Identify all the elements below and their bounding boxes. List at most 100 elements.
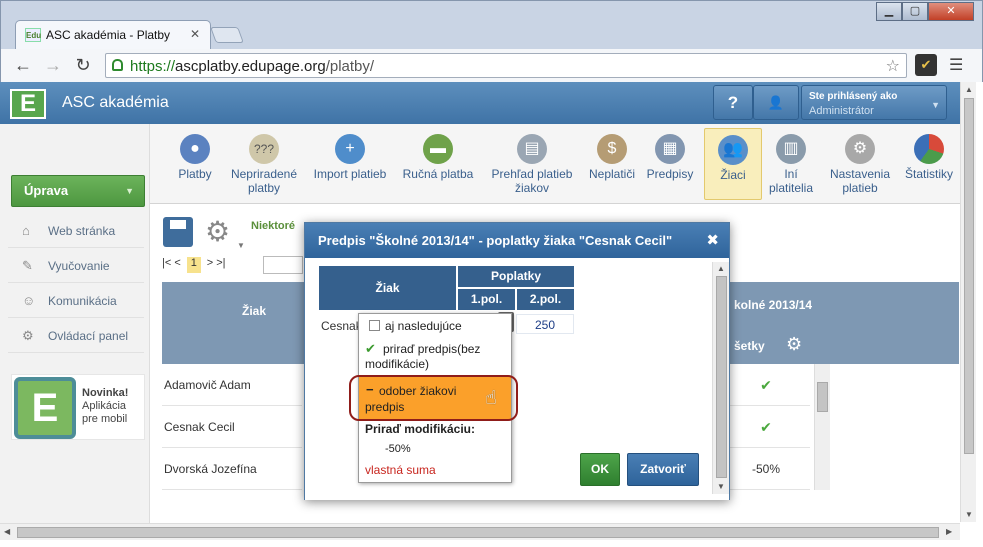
reload-icon[interactable]: ↻	[71, 53, 95, 77]
pager: |< < 1 > >|	[162, 257, 226, 273]
tab-close-icon[interactable]: ✕	[190, 27, 200, 41]
close-icon[interactable]: ✖	[706, 223, 719, 258]
menu-item-custom-amount[interactable]: vlastná suma	[365, 463, 436, 478]
pen-icon: ✎	[22, 258, 33, 273]
menu-item-minus50[interactable]: -50%	[385, 442, 411, 457]
sidebar: Úprava ▼ ⌂ Web stránka ✎ Vyučovanie ☺ Komuni…	[0, 124, 150, 523]
table-scrollbar[interactable]	[814, 364, 830, 490]
page-vertical-scrollbar[interactable]: ▲ ▼	[960, 82, 976, 522]
forward-arrow-icon[interactable]: →	[41, 53, 65, 77]
chevron-down-icon: ▼	[237, 241, 245, 250]
pie-chart-icon	[914, 134, 944, 164]
ribbon-ziaci[interactable]: 👥 Žiaci	[704, 128, 762, 200]
dialog-row-sem2-value[interactable]: 250	[516, 314, 574, 334]
gear-icon[interactable]: ⚙	[205, 217, 230, 247]
house-icon: ⌂	[22, 223, 30, 238]
save-icon[interactable]	[163, 217, 193, 247]
scroll-down-icon[interactable]: ▼	[717, 482, 725, 491]
ribbon-ini-platitelia[interactable]: ▥ Iní platitelia	[766, 128, 816, 200]
column-gear-icon[interactable]: ⚙	[786, 334, 802, 355]
column-header-fee: kolné 2013/14	[734, 298, 813, 312]
pager-first[interactable]: |< <	[162, 257, 181, 269]
gear-icon: ⚙	[845, 134, 875, 164]
table-row-name[interactable]: Dvorská Jozefína	[162, 448, 302, 490]
people-icon: ☺	[22, 293, 36, 308]
highlight-annotation	[349, 375, 518, 421]
new-tab-button[interactable]	[210, 27, 244, 43]
tab-title: ASC akadémia - Platby	[46, 28, 171, 42]
address-bar[interactable]: https://ascplatby.edupage.org/platby/ ☆	[105, 53, 907, 78]
ribbon-toolbar: ● Platby ??? Nepriradené platby + Import pl…	[150, 124, 960, 204]
dialog-col-fees: Poplatky	[457, 265, 575, 288]
url-text: https://ascplatby.edupage.org/platby/	[130, 58, 375, 75]
uprava-button[interactable]: Úprava ▼	[11, 175, 145, 207]
user-menu[interactable]: Ste prihlásený ako Administrátor ▼	[801, 85, 947, 120]
import-icon: +	[335, 134, 365, 164]
ribbon-import[interactable]: + Import platieb	[308, 128, 392, 200]
window-close-button[interactable]: ✕	[928, 2, 974, 21]
ribbon-nepriradene[interactable]: ??? Nepriradené platby	[226, 128, 302, 200]
ribbon-platby[interactable]: ● Platby	[170, 128, 220, 200]
ribbon-statistiky[interactable]: Štatistiky	[902, 128, 956, 200]
table-row-name[interactable]: Adamovič Adam	[162, 364, 302, 406]
extension-icon[interactable]: ✔	[915, 54, 937, 76]
minimize-button[interactable]: ▁	[876, 2, 902, 21]
ribbon-rucna-platba[interactable]: ▬ Ručná platba	[398, 128, 478, 200]
bookmark-star-icon[interactable]: ☆	[886, 56, 900, 76]
ribbon-neplatici[interactable]: $ Neplatiči	[584, 128, 640, 200]
menu-item-also-following[interactable]: aj nasledujúce	[385, 319, 462, 334]
app-logo[interactable]: E	[10, 89, 46, 119]
sidebar-item-komunikacia[interactable]: ☺ Komunikácia	[8, 284, 144, 318]
menu-item-assign[interactable]: priraď predpis(bez modifikácie)	[365, 342, 509, 372]
user-switch-button[interactable]: 👤	[753, 85, 799, 120]
pager-last[interactable]: > >|	[207, 257, 226, 269]
sidebar-item-ovladaci-panel[interactable]: ⚙ Ovládací panel	[8, 319, 144, 353]
pager-input[interactable]	[263, 256, 303, 274]
sidebar-item-vyucovanie[interactable]: ✎ Vyučovanie	[8, 249, 144, 283]
payer-icon: ▥	[776, 134, 806, 164]
help-button[interactable]: ?	[713, 85, 753, 120]
scroll-thumb[interactable]	[817, 382, 828, 412]
dialog-title: Predpis "Školné 2013/14" - poplatky žiak…	[305, 223, 729, 258]
scroll-thumb[interactable]	[716, 276, 727, 478]
favicon-icon: Edu	[25, 28, 41, 42]
ribbon-prehlad[interactable]: ▤ Prehľad platieb žiakov	[484, 128, 580, 200]
maximize-button[interactable]: ▢	[902, 2, 928, 21]
calendar-icon: ▦	[655, 134, 685, 164]
scroll-thumb[interactable]	[17, 527, 939, 538]
zatvorit-button[interactable]: Zatvoriť	[627, 453, 699, 486]
dialog-col-sem2: 2.pol.	[516, 288, 575, 311]
ribbon-predpisy[interactable]: ▦ Predpisy	[644, 128, 696, 200]
chevron-down-icon: ▼	[931, 100, 940, 110]
coins-icon: ●	[180, 134, 210, 164]
scroll-up-icon[interactable]: ▲	[965, 85, 973, 94]
also-following-checkbox[interactable]	[369, 320, 380, 331]
scroll-down-icon[interactable]: ▼	[965, 510, 973, 519]
user-icon: 👤	[767, 95, 785, 110]
column-header-student: Žiak	[242, 304, 267, 318]
mobile-app-promo[interactable]: E Novinka! Aplikácia pre mobil	[11, 374, 145, 440]
dialog-col-sem1: 1.pol.	[457, 288, 516, 311]
menu-section-modification: Priraď modifikáciu:	[365, 422, 475, 436]
chevron-down-icon: ▼	[125, 186, 134, 196]
window-controls: ▁ ▢ ✕	[876, 2, 976, 22]
dialog-scrollbar[interactable]: ▲ ▼	[712, 262, 729, 494]
sidebar-item-web[interactable]: ⌂ Web stránka	[8, 214, 144, 248]
table-row-value[interactable]: ✔	[722, 406, 810, 448]
table-row-name[interactable]: Cesnak Cecil	[162, 406, 302, 448]
question-coins-icon: ???	[249, 134, 279, 164]
browser-menu-icon[interactable]: ☰	[949, 55, 963, 75]
page-horizontal-scrollbar[interactable]: ◀ ▶	[0, 523, 960, 540]
table-row-value[interactable]: ✔	[722, 364, 810, 406]
browser-tab[interactable]: Edu ASC akadémia - Platby ✕	[15, 20, 211, 50]
back-arrow-icon[interactable]: ←	[11, 53, 35, 77]
edupage-logo-icon: E	[14, 377, 76, 439]
table-row-value[interactable]: -50%	[722, 448, 810, 490]
ok-button[interactable]: OK	[580, 453, 620, 486]
ribbon-nastavenia[interactable]: ⚙ Nastavenia platieb	[822, 128, 898, 200]
scroll-right-icon[interactable]: ▶	[946, 527, 952, 536]
scroll-up-icon[interactable]: ▲	[717, 264, 725, 273]
scroll-left-icon[interactable]: ◀	[4, 527, 10, 536]
scroll-thumb[interactable]	[964, 98, 974, 454]
pager-current[interactable]: 1	[186, 257, 201, 273]
